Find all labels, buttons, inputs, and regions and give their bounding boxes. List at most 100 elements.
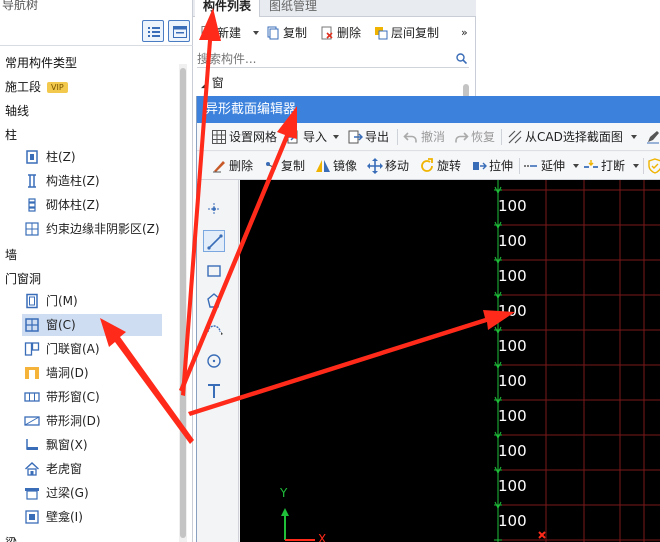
strip-hole-icon	[24, 416, 40, 426]
nav-item-strip-window[interactable]: 带形窗(C)	[22, 386, 162, 408]
redo-icon	[455, 132, 469, 143]
window-icon	[25, 318, 39, 332]
point-icon	[208, 203, 220, 215]
chevron-down-icon	[333, 135, 339, 139]
category-construction-stage[interactable]: 施工段 VIP	[5, 78, 68, 95]
floor-copy-button[interactable]: 层间复制	[373, 24, 447, 42]
stretch-button[interactable]: 拉伸	[471, 157, 517, 175]
text-icon	[208, 384, 220, 398]
search-icon	[456, 53, 467, 64]
arc-tool[interactable]	[203, 318, 225, 340]
category-common[interactable]: 常用构件类型	[5, 54, 77, 71]
strip-window-icon	[24, 392, 40, 402]
grid-dimension-label: 100	[498, 407, 527, 425]
more-button[interactable]: »	[461, 24, 471, 42]
tab-drawing-management[interactable]: 图纸管理	[261, 0, 325, 17]
copy-icon	[267, 26, 279, 40]
panel-view-button[interactable]	[168, 20, 190, 42]
redo-button[interactable]: 恢复	[453, 128, 497, 146]
rectangle-icon	[207, 265, 221, 277]
nav-item-window[interactable]: 窗(C)	[22, 314, 162, 336]
category-wall[interactable]: 墙	[5, 246, 17, 263]
lintel-icon	[25, 488, 39, 500]
draw-tool-button[interactable]	[645, 128, 660, 146]
break-button[interactable]: 打断	[583, 157, 639, 175]
tab-bar: 构件列表 图纸管理	[193, 0, 476, 17]
nav-item-door[interactable]: 门(M)	[22, 290, 162, 312]
category-column[interactable]: 柱	[5, 126, 17, 143]
extend-button[interactable]: 延伸	[523, 157, 579, 175]
mirror-button[interactable]: 镜像	[315, 157, 361, 175]
point-tool[interactable]	[203, 198, 225, 220]
component-list-panel: 构件列表 图纸管理 新建 复制 删除 层间复制 » 搜索构件... ◢ 窗	[193, 0, 476, 100]
verify-button[interactable]	[647, 157, 660, 175]
erase-button[interactable]: 删除	[211, 157, 257, 175]
grid-dimension-label: 100	[498, 197, 527, 215]
toolbar-separator	[643, 158, 644, 174]
panel-icon	[173, 26, 187, 38]
select-from-cad-button[interactable]: 从CAD选择截面图	[507, 128, 637, 146]
move-button[interactable]: 移动	[367, 157, 413, 175]
break-icon	[584, 160, 598, 168]
import-button[interactable]: 导入	[285, 128, 339, 146]
export-icon	[348, 130, 363, 144]
pencil-icon	[647, 131, 659, 144]
component-search-input[interactable]	[197, 50, 447, 68]
line-icon	[207, 234, 223, 250]
list-item[interactable]: ◢ 窗	[201, 74, 224, 91]
copy-button[interactable]: 复制	[265, 24, 309, 42]
collapse-triangle-icon: ◢	[201, 80, 208, 90]
grid-icon	[212, 130, 226, 144]
nav-item-structural-column[interactable]: 构造柱(Z)	[22, 170, 162, 192]
eraser-icon	[213, 161, 225, 173]
category-axis[interactable]: 轴线	[5, 102, 29, 119]
grid-dimension-label: 100	[498, 372, 527, 390]
list-view-button[interactable]	[142, 20, 164, 42]
new-button[interactable]: 新建	[199, 24, 259, 42]
grid-dimension-label: 100	[498, 267, 527, 285]
copy-shape-button[interactable]: 复制	[263, 157, 309, 175]
line-tool[interactable]	[203, 230, 225, 252]
dialog-title: 异形截面编辑器	[197, 96, 660, 123]
move-icon	[367, 158, 383, 174]
nav-item-strip-hole[interactable]: 带形洞(D)	[22, 410, 162, 432]
nav-item-masonry-column[interactable]: 砌体柱(Z)	[22, 194, 162, 216]
nav-scrollbar-thumb[interactable]	[180, 68, 186, 538]
circle-tool[interactable]	[203, 350, 225, 372]
arc-icon	[207, 325, 223, 335]
y-axis-label: Y	[280, 486, 288, 500]
category-beam[interactable]: 梁	[5, 534, 17, 542]
tab-component-list[interactable]: 构件列表	[195, 0, 261, 17]
undo-icon	[403, 132, 417, 143]
polygon-tool[interactable]	[203, 290, 225, 312]
nav-item-edge-zone[interactable]: 约束边缘非阴影区(Z)	[22, 218, 162, 240]
nav-item-door-window[interactable]: 门联窗(A)	[22, 338, 162, 360]
circle-icon	[207, 354, 221, 368]
import-icon	[286, 130, 298, 144]
category-openings[interactable]: 门窗洞	[5, 270, 41, 287]
drawing-canvas[interactable]: 100 100 100 100 100 100 100 100 100 100 …	[240, 180, 660, 542]
rectangle-tool[interactable]	[203, 260, 225, 282]
text-tool[interactable]	[203, 380, 225, 402]
toolbar-separator	[519, 158, 520, 174]
navigation-tree-panel: 导航树 常用构件类型 施工段 VIP 轴线 柱 柱(Z) 构造柱(Z) 砌体柱(…	[0, 0, 193, 542]
set-grid-button[interactable]: 设置网格	[211, 128, 281, 146]
rotate-button[interactable]: 旋转	[419, 157, 465, 175]
delete-button[interactable]: 删除	[319, 24, 363, 42]
nav-item-bay-window[interactable]: 飘窗(X)	[22, 434, 162, 456]
structural-column-icon	[28, 174, 36, 188]
undo-button[interactable]: 撤消	[403, 128, 447, 146]
panel-title: 导航树	[2, 0, 39, 12]
export-button[interactable]: 导出	[347, 128, 391, 146]
mirror-icon	[316, 160, 330, 172]
nav-item-column[interactable]: 柱(Z)	[22, 146, 162, 168]
component-list-toolbar: 新建 复制 删除 层间复制 »	[193, 18, 476, 48]
nav-item-dormer[interactable]: 老虎窗	[22, 458, 162, 480]
toolbar-separator	[397, 129, 398, 145]
nav-item-niche[interactable]: 壁龛(I)	[22, 506, 162, 528]
list-icon	[148, 27, 160, 37]
section-editor-dialog: 异形截面编辑器 设置网格 导入 导出 撤消 恢复 从CAD选择截面图 删除 复制…	[196, 96, 660, 542]
nav-item-wall-hole[interactable]: 墙洞(D)	[22, 362, 162, 384]
nav-item-lintel[interactable]: 过梁(G)	[22, 482, 162, 504]
nav-toolbar	[0, 16, 193, 46]
